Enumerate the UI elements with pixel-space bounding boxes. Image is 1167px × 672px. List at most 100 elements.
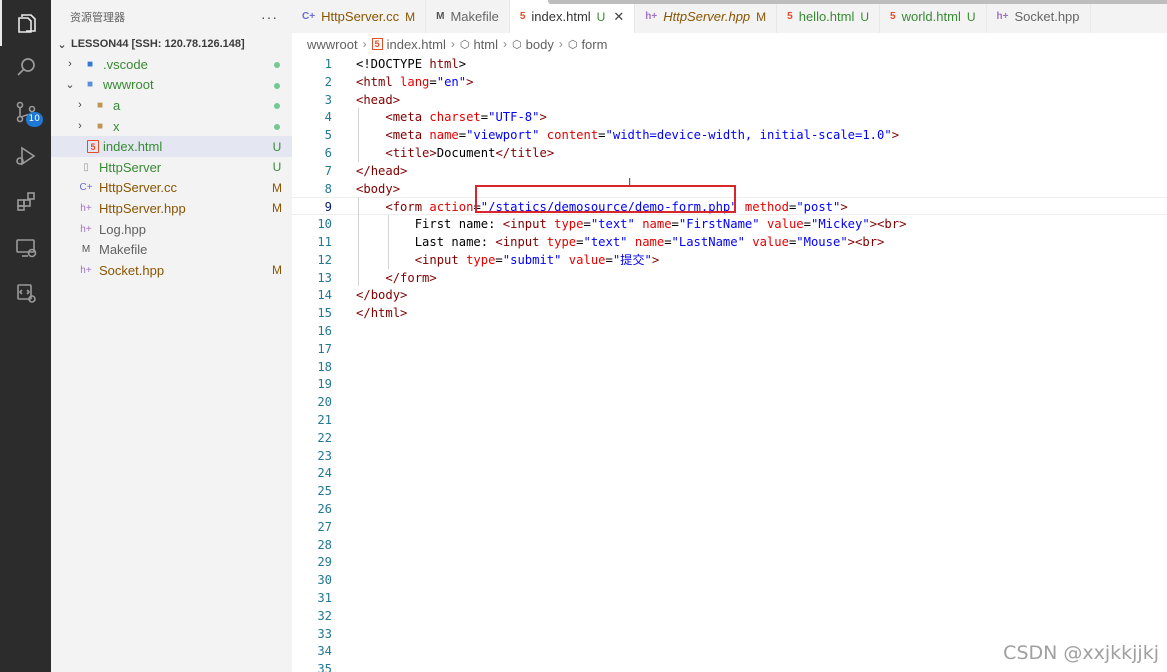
tree-item[interactable]: h+ Log.hpp (51, 219, 292, 240)
code-token: "en" (436, 74, 467, 89)
html-icon: 5 (371, 38, 383, 50)
code-line[interactable]: 10 First name: <input type="text" name="… (292, 215, 1167, 233)
run-debug-button[interactable] (0, 133, 51, 179)
code-line[interactable]: 31 (292, 589, 1167, 607)
code-line[interactable]: 28 (292, 536, 1167, 554)
code-line[interactable]: 23 (292, 447, 1167, 465)
tabs-scrollbar[interactable] (548, 0, 1167, 4)
workspace-root[interactable]: ⌄ LESSON44 [SSH: 120.78.126.148] (51, 33, 292, 55)
code-line[interactable]: 16 (292, 322, 1167, 340)
code-line[interactable]: 29 (292, 553, 1167, 571)
code-line[interactable]: 24 (292, 464, 1167, 482)
code-line[interactable]: 2 <html lang="en"> (292, 73, 1167, 91)
tree-item[interactable]: h+ HttpServer.hpp M (51, 198, 292, 219)
code-line[interactable]: 13 </form> (292, 269, 1167, 287)
search-icon (16, 58, 35, 76)
line-number: 26 (317, 502, 332, 516)
code-line[interactable]: 33 (292, 625, 1167, 643)
explorer-button[interactable] (0, 0, 51, 46)
breadcrumb-item[interactable]: html (473, 37, 498, 52)
code-line[interactable]: 6 <title>Document</title> (292, 144, 1167, 162)
tree-item-label: wwwroot (103, 77, 154, 93)
tree-item[interactable]: ▯ HttpServer U (51, 157, 292, 178)
code-token: name (627, 235, 665, 249)
hpp-icon: h+ (80, 202, 92, 214)
code-line[interactable]: 17 (292, 340, 1167, 358)
code-line[interactable]: 7 </head> (292, 162, 1167, 180)
code-token: charset (422, 110, 481, 125)
code-line[interactable]: 1 <!DOCTYPE html> (292, 55, 1167, 73)
code-line[interactable]: 22 (292, 429, 1167, 447)
code-line[interactable]: 25 (292, 482, 1167, 500)
line-number: 24 (317, 466, 332, 481)
code-line[interactable]: 11 Last name: <input type="text" name="L… (292, 233, 1167, 251)
code-line[interactable]: 18 (292, 358, 1167, 376)
extensions-button[interactable] (0, 179, 51, 225)
modified-dot-icon (274, 124, 280, 131)
code-line[interactable]: 26 (292, 500, 1167, 518)
code-token: > (392, 92, 401, 107)
tree-item[interactable]: C+ HttpServer.cc M (51, 178, 292, 199)
code-token: > (429, 270, 437, 285)
tree-item[interactable]: ⌄ ■ wwwroot (51, 75, 292, 96)
code-line[interactable]: 30 (292, 571, 1167, 589)
code-line[interactable]: 21 (292, 411, 1167, 429)
code-token: "提交" (612, 252, 652, 267)
tab-index-html[interactable]: 5 index.html U ✕ (509, 0, 636, 33)
breadcrumb-item[interactable]: body (526, 37, 554, 52)
code-line[interactable]: 14 </body> (292, 286, 1167, 304)
tree-item[interactable]: › ■ a (51, 95, 292, 116)
code-token: html (363, 74, 393, 89)
code-line[interactable]: 15 </html> (292, 304, 1167, 322)
code-line[interactable]: 20 (292, 393, 1167, 411)
code-line[interactable]: 32 (292, 607, 1167, 625)
tab-socket-hpp[interactable]: h+ Socket.hpp (987, 0, 1091, 33)
ports-button[interactable] (0, 270, 51, 316)
chevron-down-icon[interactable]: ⌄ (63, 78, 77, 91)
code-token: type (546, 217, 584, 232)
code-line[interactable]: 19 (292, 375, 1167, 393)
code-editor[interactable]: 1 <!DOCTYPE html> 2 <html lang="en"> 3 <head>… (292, 55, 1167, 672)
code-token: = (429, 74, 437, 89)
more-actions-button[interactable]: ··· (261, 9, 278, 25)
chevron-right-icon[interactable]: › (63, 58, 77, 70)
line-number: 25 (317, 484, 332, 499)
chevron-right-icon[interactable]: › (73, 99, 87, 111)
code-text: <html lang="en"> (356, 73, 473, 91)
code-line[interactable]: 27 (292, 518, 1167, 536)
tab-makefile[interactable]: M Makefile (426, 0, 510, 33)
code-line[interactable]: 5 <meta name="viewport" content="width=d… (292, 126, 1167, 144)
tab-httpserver-hpp[interactable]: h+ HttpServer.hpp M (635, 0, 778, 33)
code-text: <title>Document</title> (356, 144, 554, 162)
git-status-badge (262, 57, 292, 71)
tree-item[interactable]: 5 index.html U (51, 136, 292, 157)
code-line[interactable]: 4 <meta charset="UTF-8"> (292, 108, 1167, 126)
tree-item[interactable]: h+ Socket.hpp M (51, 260, 292, 281)
hpp-icon: h+ (80, 223, 92, 235)
source-control-button[interactable]: 10 (0, 89, 51, 135)
tree-item[interactable]: M Makefile (51, 239, 292, 260)
chevron-right-icon[interactable]: › (73, 120, 87, 132)
breadcrumb-item[interactable]: form (581, 37, 607, 52)
tree-item-label: index.html (103, 139, 163, 155)
tab-httpserver-cc[interactable]: C+ HttpServer.cc M (292, 0, 427, 33)
tree-item[interactable]: › ■ .vscode (51, 54, 292, 75)
tab-world-html[interactable]: 5 world.html U (880, 0, 987, 33)
search-button[interactable] (0, 44, 51, 90)
code-line[interactable]: 12 <input type="submit" value="提交"> (292, 251, 1167, 269)
code-line[interactable]: 3 <head> (292, 91, 1167, 109)
close-icon[interactable]: ✕ (613, 9, 624, 25)
code-token: title (510, 146, 547, 160)
tab-label: Makefile (450, 9, 499, 24)
tree-item[interactable]: › ■ x (51, 116, 292, 137)
breadcrumb-item[interactable]: index.html (387, 37, 446, 52)
tab-hello-html[interactable]: 5 hello.html U (777, 0, 881, 33)
remote-explorer-button[interactable] (0, 225, 51, 271)
breadcrumb-item[interactable]: wwwroot (307, 37, 358, 52)
code-token: = (605, 252, 613, 267)
tab-label: Socket.hpp (1014, 9, 1080, 24)
